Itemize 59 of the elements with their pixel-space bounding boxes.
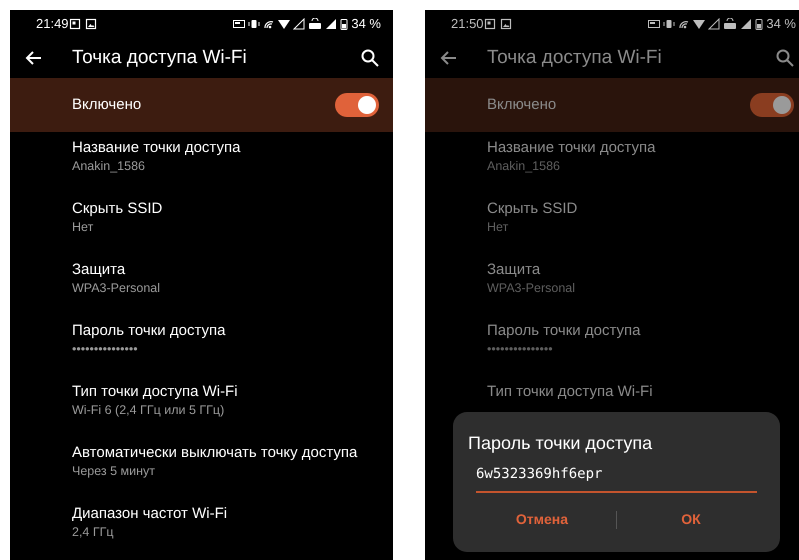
password-field[interactable]: 6w5323369hf6epr bbox=[476, 464, 757, 493]
search-icon[interactable] bbox=[361, 49, 379, 67]
card-icon bbox=[648, 18, 660, 30]
setting-title[interactable]: Название точки доступа bbox=[487, 139, 798, 157]
image-icon bbox=[500, 18, 512, 30]
setting-title[interactable]: Тип точки доступа Wi-Fi bbox=[487, 383, 798, 401]
setting-title[interactable]: Название точки доступа bbox=[72, 139, 383, 157]
setting-title[interactable]: Пароль точки доступа bbox=[72, 322, 383, 340]
setting-value: Wi-Fi 6 (2,4 ГГц или 5 ГГц) bbox=[72, 402, 226, 419]
toggle-row[interactable]: Включено bbox=[425, 78, 799, 132]
hotspot-icon bbox=[678, 18, 690, 30]
setting-value: Через 5 минут bbox=[72, 463, 156, 480]
vibrate-icon bbox=[248, 18, 260, 30]
setting-value: 2,4 ГГц bbox=[72, 524, 115, 541]
setting-title[interactable]: Диапазон частот Wi-Fi bbox=[72, 505, 383, 523]
card-icon bbox=[233, 18, 246, 30]
setting-title[interactable]: Защита bbox=[487, 261, 798, 279]
setting-value: ••••••••••••••• bbox=[72, 341, 139, 358]
setting-title[interactable]: Скрыть SSID bbox=[72, 200, 383, 218]
setting-title[interactable]: Защита bbox=[72, 261, 383, 279]
battery-percent: 34 % bbox=[766, 15, 796, 34]
image-icon bbox=[68, 18, 81, 30]
status-time: 21:49 bbox=[36, 15, 69, 34]
wifi-icon bbox=[278, 18, 290, 30]
signal-icon bbox=[325, 18, 338, 30]
vibrate-icon bbox=[663, 18, 676, 30]
wifi-icon bbox=[693, 18, 706, 30]
image-icon bbox=[84, 18, 97, 30]
dialog-title: Пароль точки доступа bbox=[468, 432, 654, 454]
toggle-label: Включено bbox=[487, 94, 558, 115]
battery-percent: 34 % bbox=[351, 15, 381, 34]
setting-value: WPA3-Personal bbox=[72, 280, 161, 297]
toggle-switch[interactable] bbox=[335, 93, 379, 117]
battery-icon bbox=[755, 18, 764, 30]
signal-icon bbox=[740, 18, 752, 30]
setting-title[interactable]: Автоматически выключать точку доступа bbox=[72, 444, 383, 462]
battery-icon bbox=[340, 18, 348, 30]
setting-value: ••••••••••••••• bbox=[487, 341, 554, 358]
toggle-switch[interactable] bbox=[750, 93, 794, 117]
setting-value: Нет bbox=[487, 219, 510, 236]
dialog-button[interactable]: Отмена bbox=[468, 505, 616, 534]
setting-value: Anakin_1586 bbox=[72, 158, 146, 175]
setting-title[interactable]: Тип точки доступа Wi-Fi bbox=[72, 383, 383, 401]
signal-icon bbox=[293, 18, 306, 30]
setting-value: Anakin_1586 bbox=[487, 158, 561, 175]
screen-title: Точка доступа Wi-Fi bbox=[72, 46, 248, 70]
setting-title[interactable]: Скрыть SSID bbox=[487, 200, 798, 218]
signal-icon bbox=[708, 18, 720, 30]
setting-title[interactable]: Пароль точки доступа bbox=[487, 322, 798, 340]
toggle-label: Включено bbox=[72, 94, 142, 115]
search-icon[interactable] bbox=[776, 49, 794, 67]
screen-title: Точка доступа Wi-Fi bbox=[487, 46, 663, 70]
setting-value: Нет bbox=[72, 219, 94, 236]
setting-value: WPA3-Personal bbox=[487, 280, 576, 297]
status-time: 21:50 bbox=[451, 15, 484, 34]
toggle-row[interactable]: Включено bbox=[10, 78, 393, 132]
hotspot-icon bbox=[263, 18, 276, 30]
dialog-button[interactable]: ОК bbox=[617, 505, 765, 534]
image-icon bbox=[484, 18, 496, 30]
